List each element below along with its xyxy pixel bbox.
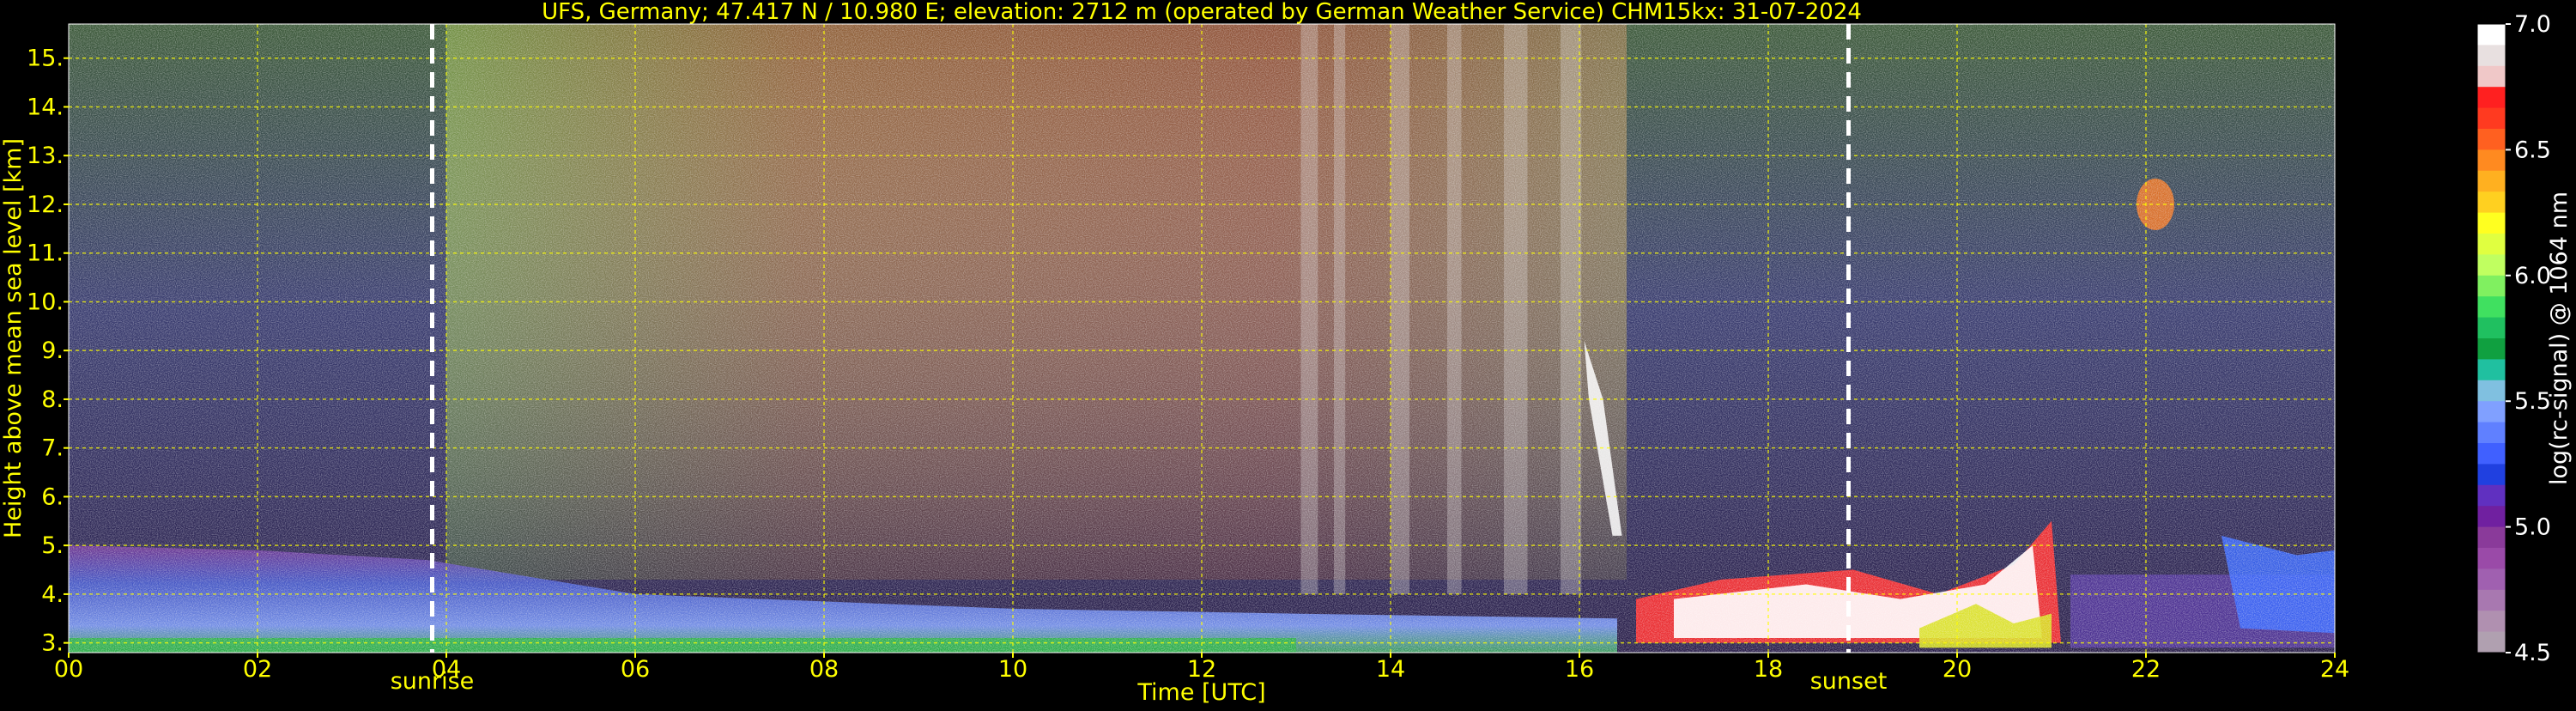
- colorbar-segment: [2477, 317, 2506, 339]
- chart-title: UFS, Germany; 47.417 N / 10.980 E; eleva…: [542, 0, 1862, 25]
- y-tick-label: 4.: [41, 581, 64, 608]
- colorbar-segment: [2477, 191, 2506, 214]
- signal-background: [69, 24, 2335, 653]
- x-tick-label: 22: [2131, 656, 2161, 683]
- colorbar-tick-label: 5.0: [2514, 514, 2551, 541]
- y-tick-label: 3.: [41, 630, 64, 657]
- x-tick-label: 24: [2320, 656, 2349, 683]
- colorbar-segment: [2477, 234, 2506, 255]
- y-tick-label: 6.: [41, 483, 64, 510]
- colorbar-segment: [2477, 24, 2506, 46]
- x-tick-label: 02: [243, 656, 272, 683]
- colorbar-segment: [2477, 589, 2506, 611]
- x-tick-label: 00: [54, 656, 83, 683]
- colorbar-segment: [2477, 149, 2506, 172]
- x-tick-label: 10: [998, 656, 1027, 683]
- colorbar-segment: [2477, 87, 2506, 109]
- x-tick-label: 16: [1565, 656, 1594, 683]
- x-tick-label: 06: [621, 656, 650, 683]
- colorbar-tick-label: 6.5: [2514, 137, 2551, 163]
- y-tick-label: 7.: [41, 435, 64, 462]
- colorbar-segment: [2477, 422, 2506, 444]
- colorbar-segment: [2477, 443, 2506, 465]
- colorbar-segment: [2477, 170, 2506, 192]
- colorbar-segment: [2477, 296, 2506, 319]
- x-tick-label: 14: [1376, 656, 1405, 683]
- y-axis-label: Height above mean sea level [km]: [0, 138, 27, 538]
- ceilometer-figure: sunrise sunset 00 02 04 06 08 10 12 14 16 18 20 22 24…: [0, 0, 2576, 708]
- colorbar-segment: [2477, 45, 2506, 67]
- y-tick-label: 8.: [41, 386, 64, 413]
- y-tick-label: 15.: [27, 46, 64, 72]
- colorbar-segment: [2477, 275, 2506, 297]
- speckle-noise: [69, 24, 2335, 653]
- y-tick-label: 12.: [27, 191, 64, 218]
- y-tick-label: 11.: [27, 240, 64, 267]
- colorbar-segment: [2477, 526, 2506, 549]
- colorbar-segment: [2477, 338, 2506, 360]
- colorbar-label: log(rc-signal) @ 1064 nm: [2546, 191, 2573, 485]
- chart-svg: sunrise sunset 00 02 04 06 08 10 12 14 16 18 20 22 24…: [0, 0, 2573, 706]
- y-tick-label: 13.: [27, 143, 64, 169]
- colorbar-segment: [2477, 484, 2506, 507]
- colorbar-segment: [2477, 568, 2506, 591]
- colorbar-tick-label: 7.0: [2514, 11, 2551, 38]
- colorbar-segment: [2477, 65, 2506, 88]
- colorbar-segment: [2477, 129, 2506, 150]
- colorbar-tick-label: 4.5: [2514, 640, 2551, 666]
- colorbar-segment: [2477, 548, 2506, 569]
- y-tick-label: 14.: [27, 94, 64, 120]
- colorbar-segment: [2477, 254, 2506, 276]
- x-axis-label: Time [UTC]: [1136, 679, 1265, 706]
- colorbar-segment: [2477, 506, 2506, 528]
- colorbar: 7.06.56.05.55.04.5: [2476, 11, 2551, 666]
- colorbar-segment: [2477, 401, 2506, 423]
- event-label-sunset: sunset: [1810, 668, 1888, 695]
- colorbar-segment: [2477, 631, 2506, 653]
- colorbar-segment: [2477, 212, 2506, 234]
- colorbar-segment: [2477, 359, 2506, 381]
- colorbar-segment: [2477, 380, 2506, 402]
- y-tick-label: 10.: [27, 289, 64, 315]
- x-tick-label: 20: [1943, 656, 1972, 683]
- x-tick-label: 18: [1754, 656, 1783, 683]
- colorbar-segment: [2477, 107, 2506, 130]
- y-tick-label: 5.: [41, 532, 64, 559]
- x-tick-label: 08: [809, 656, 839, 683]
- x-tick-label: 04: [432, 656, 461, 683]
- colorbar-segment: [2477, 611, 2506, 633]
- y-tick-label: 9.: [41, 337, 64, 364]
- colorbar-segment: [2477, 464, 2506, 486]
